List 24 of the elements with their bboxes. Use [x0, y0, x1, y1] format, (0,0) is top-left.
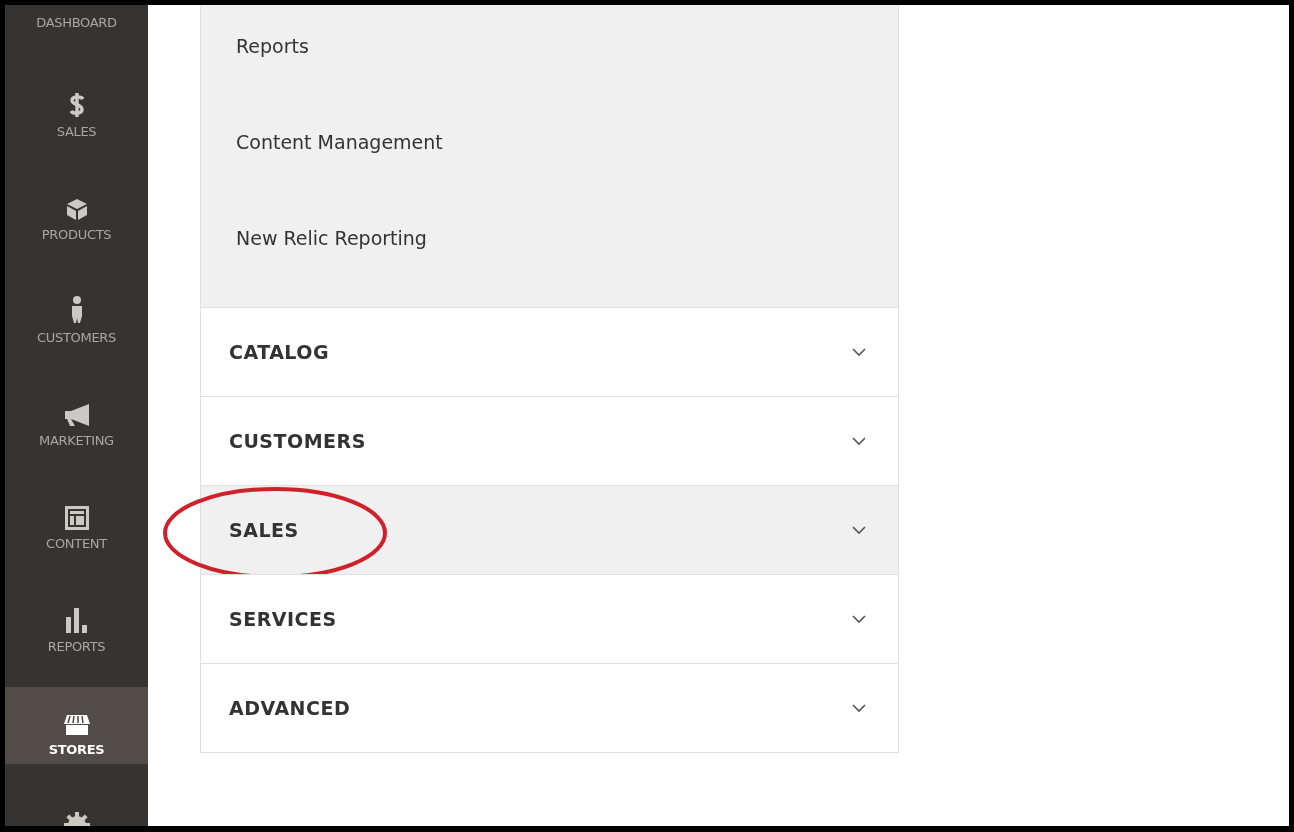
sidebar-item[interactable]: REPORTS — [5, 584, 148, 661]
sidebar-item[interactable]: DASHBOARD — [5, 5, 148, 43]
box-icon — [65, 197, 88, 221]
sidebar-item[interactable]: PRODUCTS — [5, 172, 148, 249]
submenu-link[interactable]: Content Management — [236, 131, 443, 153]
chevron-down-icon — [852, 703, 866, 713]
sidebar-item[interactable]: SALES — [5, 69, 148, 146]
chevron-down-icon — [852, 614, 866, 624]
section-header[interactable]: SALES — [201, 485, 898, 574]
storefront-icon — [62, 714, 91, 736]
sidebar-item[interactable]: CUSTOMERS — [5, 275, 148, 352]
megaphone-icon — [62, 403, 91, 427]
sidebar-item[interactable]: CONTENT — [5, 481, 148, 558]
sidebar-item[interactable]: MARKETING — [5, 378, 148, 455]
chevron-down-icon — [852, 436, 866, 446]
chevron-down-icon — [852, 525, 866, 535]
sidebar-item[interactable]: STORES — [5, 687, 148, 764]
submenu-link[interactable]: New Relic Reporting — [236, 227, 427, 249]
bar-chart-icon — [64, 607, 89, 633]
layout-icon — [64, 506, 89, 530]
dollar-icon — [67, 92, 86, 118]
chevron-down-icon — [852, 347, 866, 357]
submenu-link[interactable]: Reports — [236, 35, 309, 57]
person-icon — [69, 296, 84, 324]
